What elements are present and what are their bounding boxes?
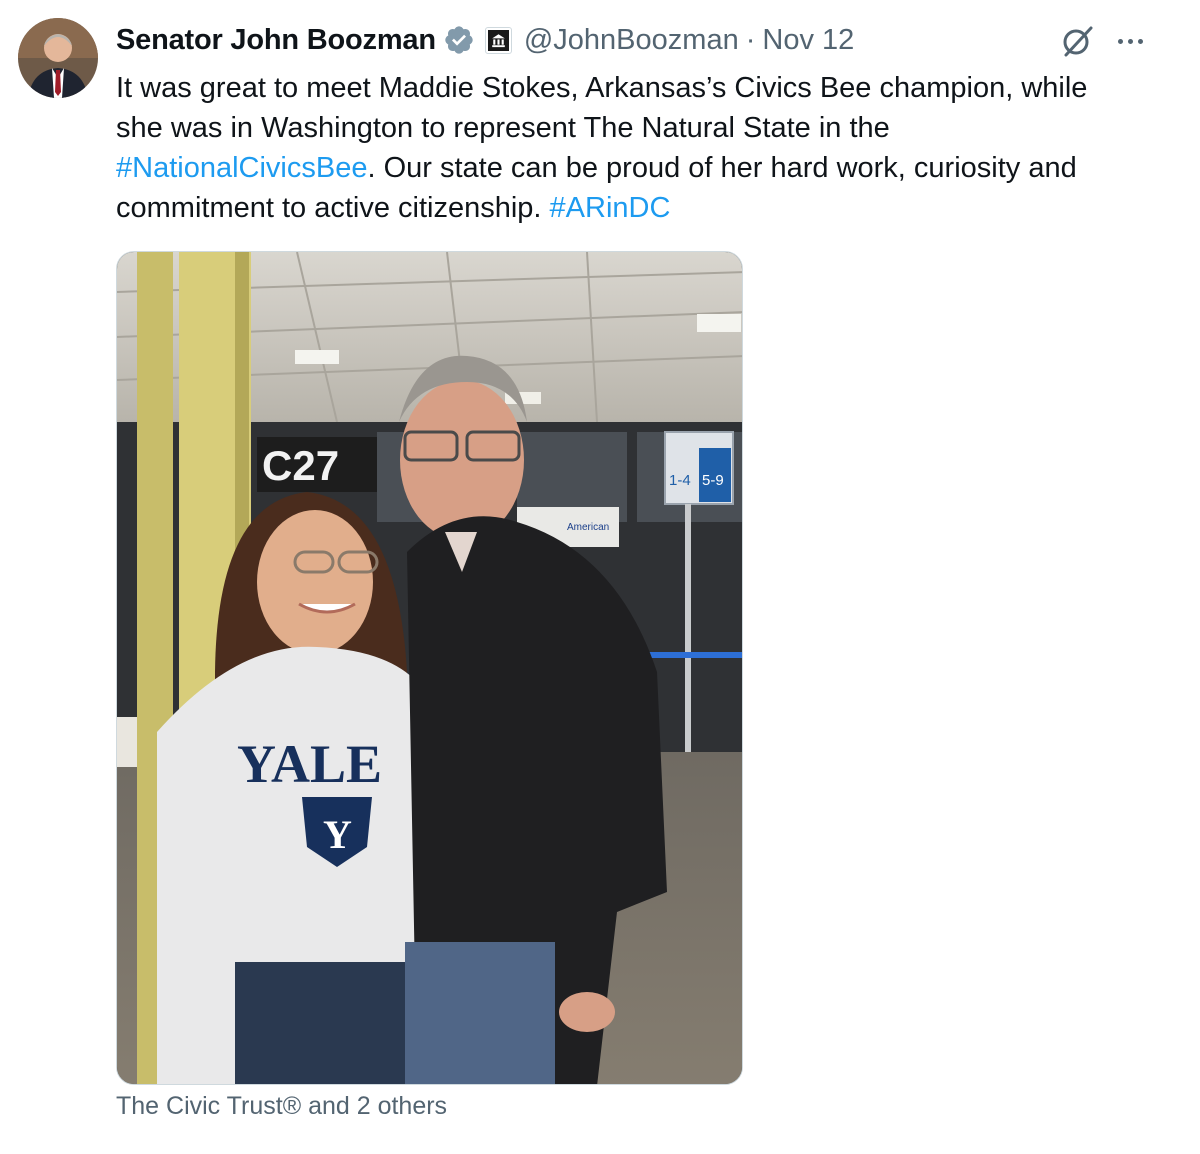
header-separator: · <box>745 23 756 56</box>
tweet-photo[interactable]: C27 American 1-4 5-9 YALE Y <box>116 251 743 1085</box>
tweet-header: Senator John Boozman @JohnBoozman · Nov … <box>116 20 854 60</box>
tweet-text-segment: commitment to active citizenship. <box>116 192 550 224</box>
author-name[interactable]: Senator John Boozman <box>116 24 436 57</box>
hashtag-arindc[interactable]: #ARinDC <box>550 192 671 224</box>
tweet-text-segment: . Our state can be proud of her hard wor… <box>367 152 1077 184</box>
author-handle[interactable]: @JohnBoozman <box>524 24 739 57</box>
tagged-users-link[interactable]: The Civic Trust® and 2 others <box>116 1092 447 1121</box>
avatar[interactable] <box>18 18 98 98</box>
boarding-sign-right: 5-9 <box>702 472 724 489</box>
verified-badge-icon[interactable] <box>443 24 475 56</box>
counter-brand-text: American <box>567 522 609 533</box>
tweet-text-line: she was in Washington to represent The N… <box>116 112 890 144</box>
more-options-icon[interactable] <box>1110 22 1150 60</box>
tweet-text-line: #NationalCivicsBee. Our state can be pro… <box>116 148 1176 188</box>
boarding-sign-left: 1-4 <box>669 472 691 489</box>
tweet-date[interactable]: Nov 12 <box>762 24 854 57</box>
grok-icon[interactable] <box>1058 22 1096 60</box>
tweet-text-line: commitment to active citizenship. #ARinD… <box>116 188 1176 228</box>
tweet-text-line: It was great to meet Maddie Stokes, Arka… <box>116 72 1088 104</box>
sweatshirt-text: YALE <box>237 734 382 794</box>
gate-sign-text: C27 <box>262 442 339 489</box>
government-building-icon[interactable] <box>484 26 512 54</box>
tweet-text: It was great to meet Maddie Stokes, Arka… <box>116 68 1176 228</box>
tweet-card[interactable]: Senator John Boozman @JohnBoozman · Nov … <box>0 0 1200 1154</box>
sweatshirt-emblem: Y <box>323 812 352 857</box>
hashtag-nationalcivicsbee[interactable]: #NationalCivicsBee <box>116 152 367 184</box>
